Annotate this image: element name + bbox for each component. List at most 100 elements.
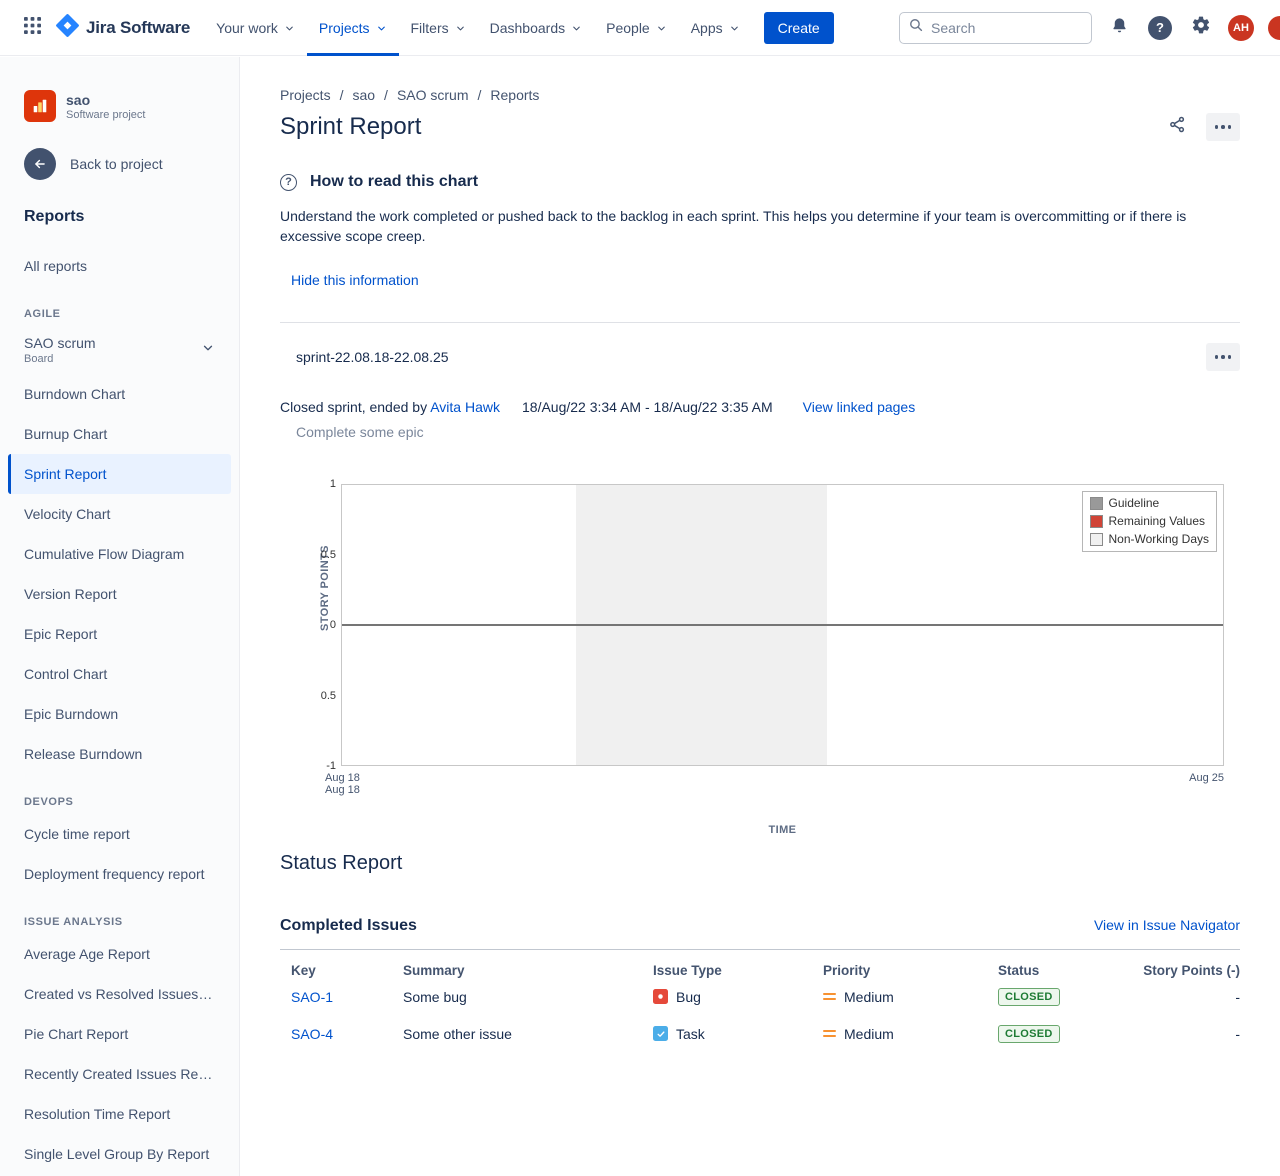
reports-heading: Reports — [0, 208, 239, 226]
sidebar-item-burndown-chart[interactable]: Burndown Chart — [8, 374, 231, 414]
chevron-down-icon — [376, 23, 387, 34]
back-to-project[interactable]: Back to project — [0, 148, 239, 180]
share-button[interactable] — [1162, 113, 1192, 141]
breadcrumb-projects[interactable]: Projects — [280, 87, 331, 103]
board-selector[interactable]: SAO scrum Board — [8, 326, 231, 374]
primary-nav: Your work Projects Filters Dashboards Pe… — [204, 0, 751, 56]
col-priority: Priority — [823, 963, 998, 978]
settings-button[interactable] — [1187, 14, 1215, 42]
page-more-button[interactable] — [1206, 113, 1240, 141]
priority-medium-icon — [823, 1030, 836, 1038]
chevron-down-icon — [201, 341, 215, 360]
breadcrumb-sao-scrum[interactable]: SAO scrum — [397, 87, 469, 103]
chevron-down-icon — [571, 23, 582, 34]
section-heading-agile: AGILE — [0, 308, 239, 320]
project-header[interactable]: sao Software project — [0, 90, 239, 122]
table-row: SAO-4 Some other issue Task Medium CLOSE… — [280, 1015, 1240, 1052]
issue-key-link[interactable]: SAO-4 — [291, 1026, 333, 1042]
story-points-value: - — [1138, 989, 1240, 1005]
project-type: Software project — [66, 109, 145, 121]
sidebar-item-resolution-time-report[interactable]: Resolution Time Report — [8, 1094, 231, 1134]
nav-apps[interactable]: Apps — [679, 0, 752, 56]
sidebar-item-cycle-time-report[interactable]: Cycle time report — [8, 814, 231, 854]
search-input[interactable] — [931, 20, 1082, 36]
task-icon — [653, 1026, 668, 1041]
chevron-down-icon — [656, 23, 667, 34]
status-report-title: Status Report — [280, 852, 1240, 875]
notifications-button[interactable] — [1105, 14, 1133, 42]
issue-type-label: Bug — [676, 989, 701, 1005]
howto-title: How to read this chart — [310, 173, 478, 191]
table-divider — [280, 949, 1240, 950]
sidebar-item-created-vs-resolved-report[interactable]: Created vs Resolved Issues Re... — [8, 974, 231, 1014]
sidebar: sao Software project Back to project Rep… — [0, 57, 240, 1176]
sidebar-item-cumulative-flow-diagram[interactable]: Cumulative Flow Diagram — [8, 534, 231, 574]
app-title: Jira Software — [86, 18, 190, 38]
top-navbar: Jira Software Your work Projects Filters… — [0, 0, 1280, 56]
chart-legend: Guideline Remaining Values Non-Working D… — [1082, 491, 1217, 552]
epic-label: Complete some epic — [296, 424, 1240, 440]
nav-your-work[interactable]: Your work — [204, 0, 307, 56]
breadcrumb: Projects / sao / SAO scrum / Reports — [280, 87, 1240, 103]
back-arrow-icon — [24, 148, 56, 180]
help-button[interactable]: ? — [1146, 14, 1174, 42]
create-button[interactable]: Create — [764, 12, 834, 44]
global-search[interactable] — [899, 12, 1092, 44]
issue-summary: Some bug — [403, 989, 653, 1005]
sprint-more-button[interactable] — [1206, 343, 1240, 371]
priority-label: Medium — [844, 989, 894, 1005]
col-issue-type: Issue Type — [653, 963, 823, 978]
navbar-right: ? AH — [899, 12, 1268, 44]
sidebar-item-velocity-chart[interactable]: Velocity Chart — [8, 494, 231, 534]
chevron-down-icon — [729, 23, 740, 34]
x-axis-label: TIME — [341, 824, 1224, 836]
app-switcher-button[interactable] — [16, 12, 48, 44]
nav-filters[interactable]: Filters — [399, 0, 478, 56]
back-to-project-label: Back to project — [70, 156, 163, 172]
nav-dashboards[interactable]: Dashboards — [478, 0, 595, 56]
gear-icon — [1191, 15, 1211, 40]
issue-key-link[interactable]: SAO-1 — [291, 989, 333, 1005]
sidebar-item-single-level-group-by-report[interactable]: Single Level Group By Report — [8, 1134, 231, 1174]
issue-type-label: Task — [676, 1026, 705, 1042]
user-avatar[interactable]: AH — [1228, 15, 1254, 41]
guideline-series-line — [342, 624, 1223, 626]
col-story-points: Story Points (-) — [1138, 963, 1240, 978]
section-divider — [280, 322, 1240, 323]
jira-logo[interactable]: Jira Software — [56, 14, 190, 42]
sidebar-item-epic-report[interactable]: Epic Report — [8, 614, 231, 654]
sidebar-item-all-reports[interactable]: All reports — [8, 246, 231, 286]
sprint-ended-by-link[interactable]: Avita Hawk — [430, 399, 500, 415]
sprint-date-range: 18/Aug/22 3:34 AM - 18/Aug/22 3:35 AM — [522, 399, 773, 415]
sidebar-item-control-chart[interactable]: Control Chart — [8, 654, 231, 694]
sidebar-item-average-age-report[interactable]: Average Age Report — [8, 934, 231, 974]
section-heading-devops: DEVOPS — [0, 796, 239, 808]
breadcrumb-sao[interactable]: sao — [352, 87, 375, 103]
nav-projects[interactable]: Projects — [307, 0, 399, 56]
col-summary: Summary — [403, 963, 653, 978]
sidebar-item-burnup-chart[interactable]: Burnup Chart — [8, 414, 231, 454]
issue-summary: Some other issue — [403, 1026, 653, 1042]
hide-information-link[interactable]: Hide this information — [291, 272, 419, 288]
chevron-down-icon — [284, 23, 295, 34]
sidebar-item-epic-burndown[interactable]: Epic Burndown — [8, 694, 231, 734]
view-in-issue-navigator-link[interactable]: View in Issue Navigator — [1094, 917, 1240, 933]
sidebar-item-deployment-frequency-report[interactable]: Deployment frequency report — [8, 854, 231, 894]
board-title: SAO scrum — [24, 334, 96, 352]
question-icon: ? — [280, 174, 297, 191]
sprint-name: sprint-22.08.18-22.08.25 — [296, 349, 449, 365]
breadcrumb-reports[interactable]: Reports — [490, 87, 539, 103]
nav-people[interactable]: People — [594, 0, 679, 56]
sidebar-item-release-burndown[interactable]: Release Burndown — [8, 734, 231, 774]
sidebar-item-version-report[interactable]: Version Report — [8, 574, 231, 614]
howto-description: Understand the work completed or pushed … — [280, 206, 1240, 246]
issue-table-header: Key Summary Issue Type Priority Status S… — [280, 963, 1240, 978]
sidebar-item-sprint-report[interactable]: Sprint Report — [8, 454, 231, 494]
sidebar-item-recently-created-issues-report[interactable]: Recently Created Issues Report — [8, 1054, 231, 1094]
status-badge: CLOSED — [998, 988, 1060, 1006]
chart-plot-area: Guideline Remaining Values Non-Working D… — [341, 484, 1224, 766]
search-icon — [909, 18, 923, 37]
sidebar-item-pie-chart-report[interactable]: Pie Chart Report — [8, 1014, 231, 1054]
view-linked-pages-link[interactable]: View linked pages — [803, 399, 916, 415]
priority-label: Medium — [844, 1026, 894, 1042]
